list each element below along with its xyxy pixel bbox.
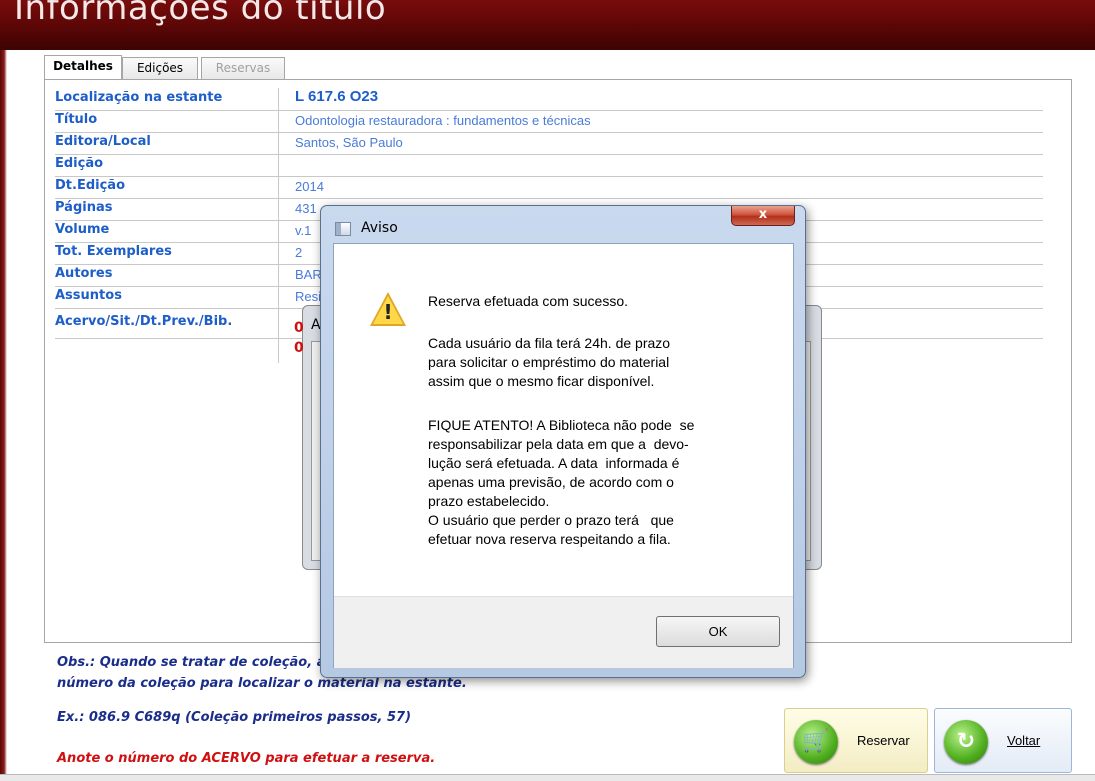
detail-label: Edição bbox=[55, 156, 104, 171]
tab-reservas: Reservas bbox=[201, 57, 285, 79]
detail-value: Odontologia restauradora : fundamentos e… bbox=[295, 113, 591, 128]
tab-detalhes[interactable]: Detalhes bbox=[44, 55, 122, 80]
detail-label: Editora/Local bbox=[55, 134, 151, 149]
detail-label: Dt.Edição bbox=[55, 178, 125, 193]
detail-value: Resi bbox=[295, 289, 322, 304]
window-header: Informações do título bbox=[0, 0, 1095, 50]
detail-label: Assuntos bbox=[55, 288, 122, 303]
detail-label: Páginas bbox=[55, 200, 113, 215]
warning-icon-mark: ! bbox=[383, 300, 393, 324]
reserve-button-label: Reservar bbox=[857, 733, 910, 748]
detail-row-dt-edicao: Dt.Edição 2014 bbox=[55, 176, 1043, 199]
obs-note-line2: número da coleção para localizar o mater… bbox=[57, 676, 467, 691]
detail-value: Santos, São Paulo bbox=[295, 135, 403, 150]
reserve-hint: Anote o número do ACERVO para efetuar a … bbox=[57, 751, 436, 766]
ok-button[interactable]: OK bbox=[656, 616, 780, 647]
detail-row-localizacao: Localização na estante L 617.6 O23 bbox=[55, 88, 1043, 111]
acervo-value-1: 0 bbox=[294, 320, 304, 336]
detail-label: Título bbox=[55, 112, 98, 127]
back-button-label: Voltar bbox=[1007, 733, 1041, 748]
back-button[interactable]: ↻ Voltar bbox=[934, 708, 1072, 773]
detail-value: v.1 bbox=[295, 223, 312, 238]
page-title: Informações do título bbox=[14, 0, 387, 28]
detail-label: Acervo/Sit./Dt.Prev./Bib. bbox=[55, 314, 233, 329]
dialog-message-deadline: Cada usuário da fila terá 24h. de prazo … bbox=[428, 335, 671, 389]
obs-note-line1: Obs.: Quando se tratar de coleção, a bbox=[57, 655, 326, 670]
dialog-title: Aviso bbox=[361, 220, 398, 236]
window-icon bbox=[335, 222, 351, 236]
detail-value: BAR bbox=[295, 267, 322, 282]
detail-value: 431 bbox=[295, 201, 317, 216]
detail-value: 2 bbox=[295, 245, 303, 260]
dialog-message-warning: FIQUE ATENTO! A Biblioteca não pode se r… bbox=[428, 417, 695, 547]
tab-edicoes[interactable]: Edições bbox=[122, 57, 198, 79]
detail-label: Localização na estante bbox=[55, 90, 223, 105]
dialog-body: ! Reserva efetuada com sucesso. Cada usu… bbox=[333, 243, 794, 668]
acervo-value-2: 0 bbox=[294, 340, 304, 356]
detail-value: 2014 bbox=[295, 179, 324, 194]
cart-icon: 🛒 bbox=[794, 720, 838, 764]
dialog-message-success: Reserva efetuada com sucesso. bbox=[428, 293, 628, 309]
detail-row-edicao: Edição bbox=[55, 154, 1043, 177]
detail-label: Volume bbox=[55, 222, 110, 237]
detail-label: Tot. Exemplares bbox=[55, 244, 172, 259]
close-icon[interactable]: x bbox=[731, 206, 795, 226]
aviso-dialog: Aviso x ! Reserva efetuada com sucesso. … bbox=[320, 205, 806, 678]
detail-row-editora: Editora/Local Santos, São Paulo bbox=[55, 132, 1043, 155]
reserve-button[interactable]: 🛒 Reservar bbox=[784, 708, 928, 773]
detail-value: L 617.6 O23 bbox=[295, 88, 379, 105]
detail-label: Autores bbox=[55, 266, 113, 281]
refresh-icon: ↻ bbox=[944, 720, 988, 764]
detail-row-titulo: Título Odontologia restauradora : fundam… bbox=[55, 110, 1043, 133]
window-left-edge bbox=[0, 50, 7, 780]
example-note: Ex.: 086.9 C689q (Coleção primeiros pass… bbox=[57, 710, 412, 725]
